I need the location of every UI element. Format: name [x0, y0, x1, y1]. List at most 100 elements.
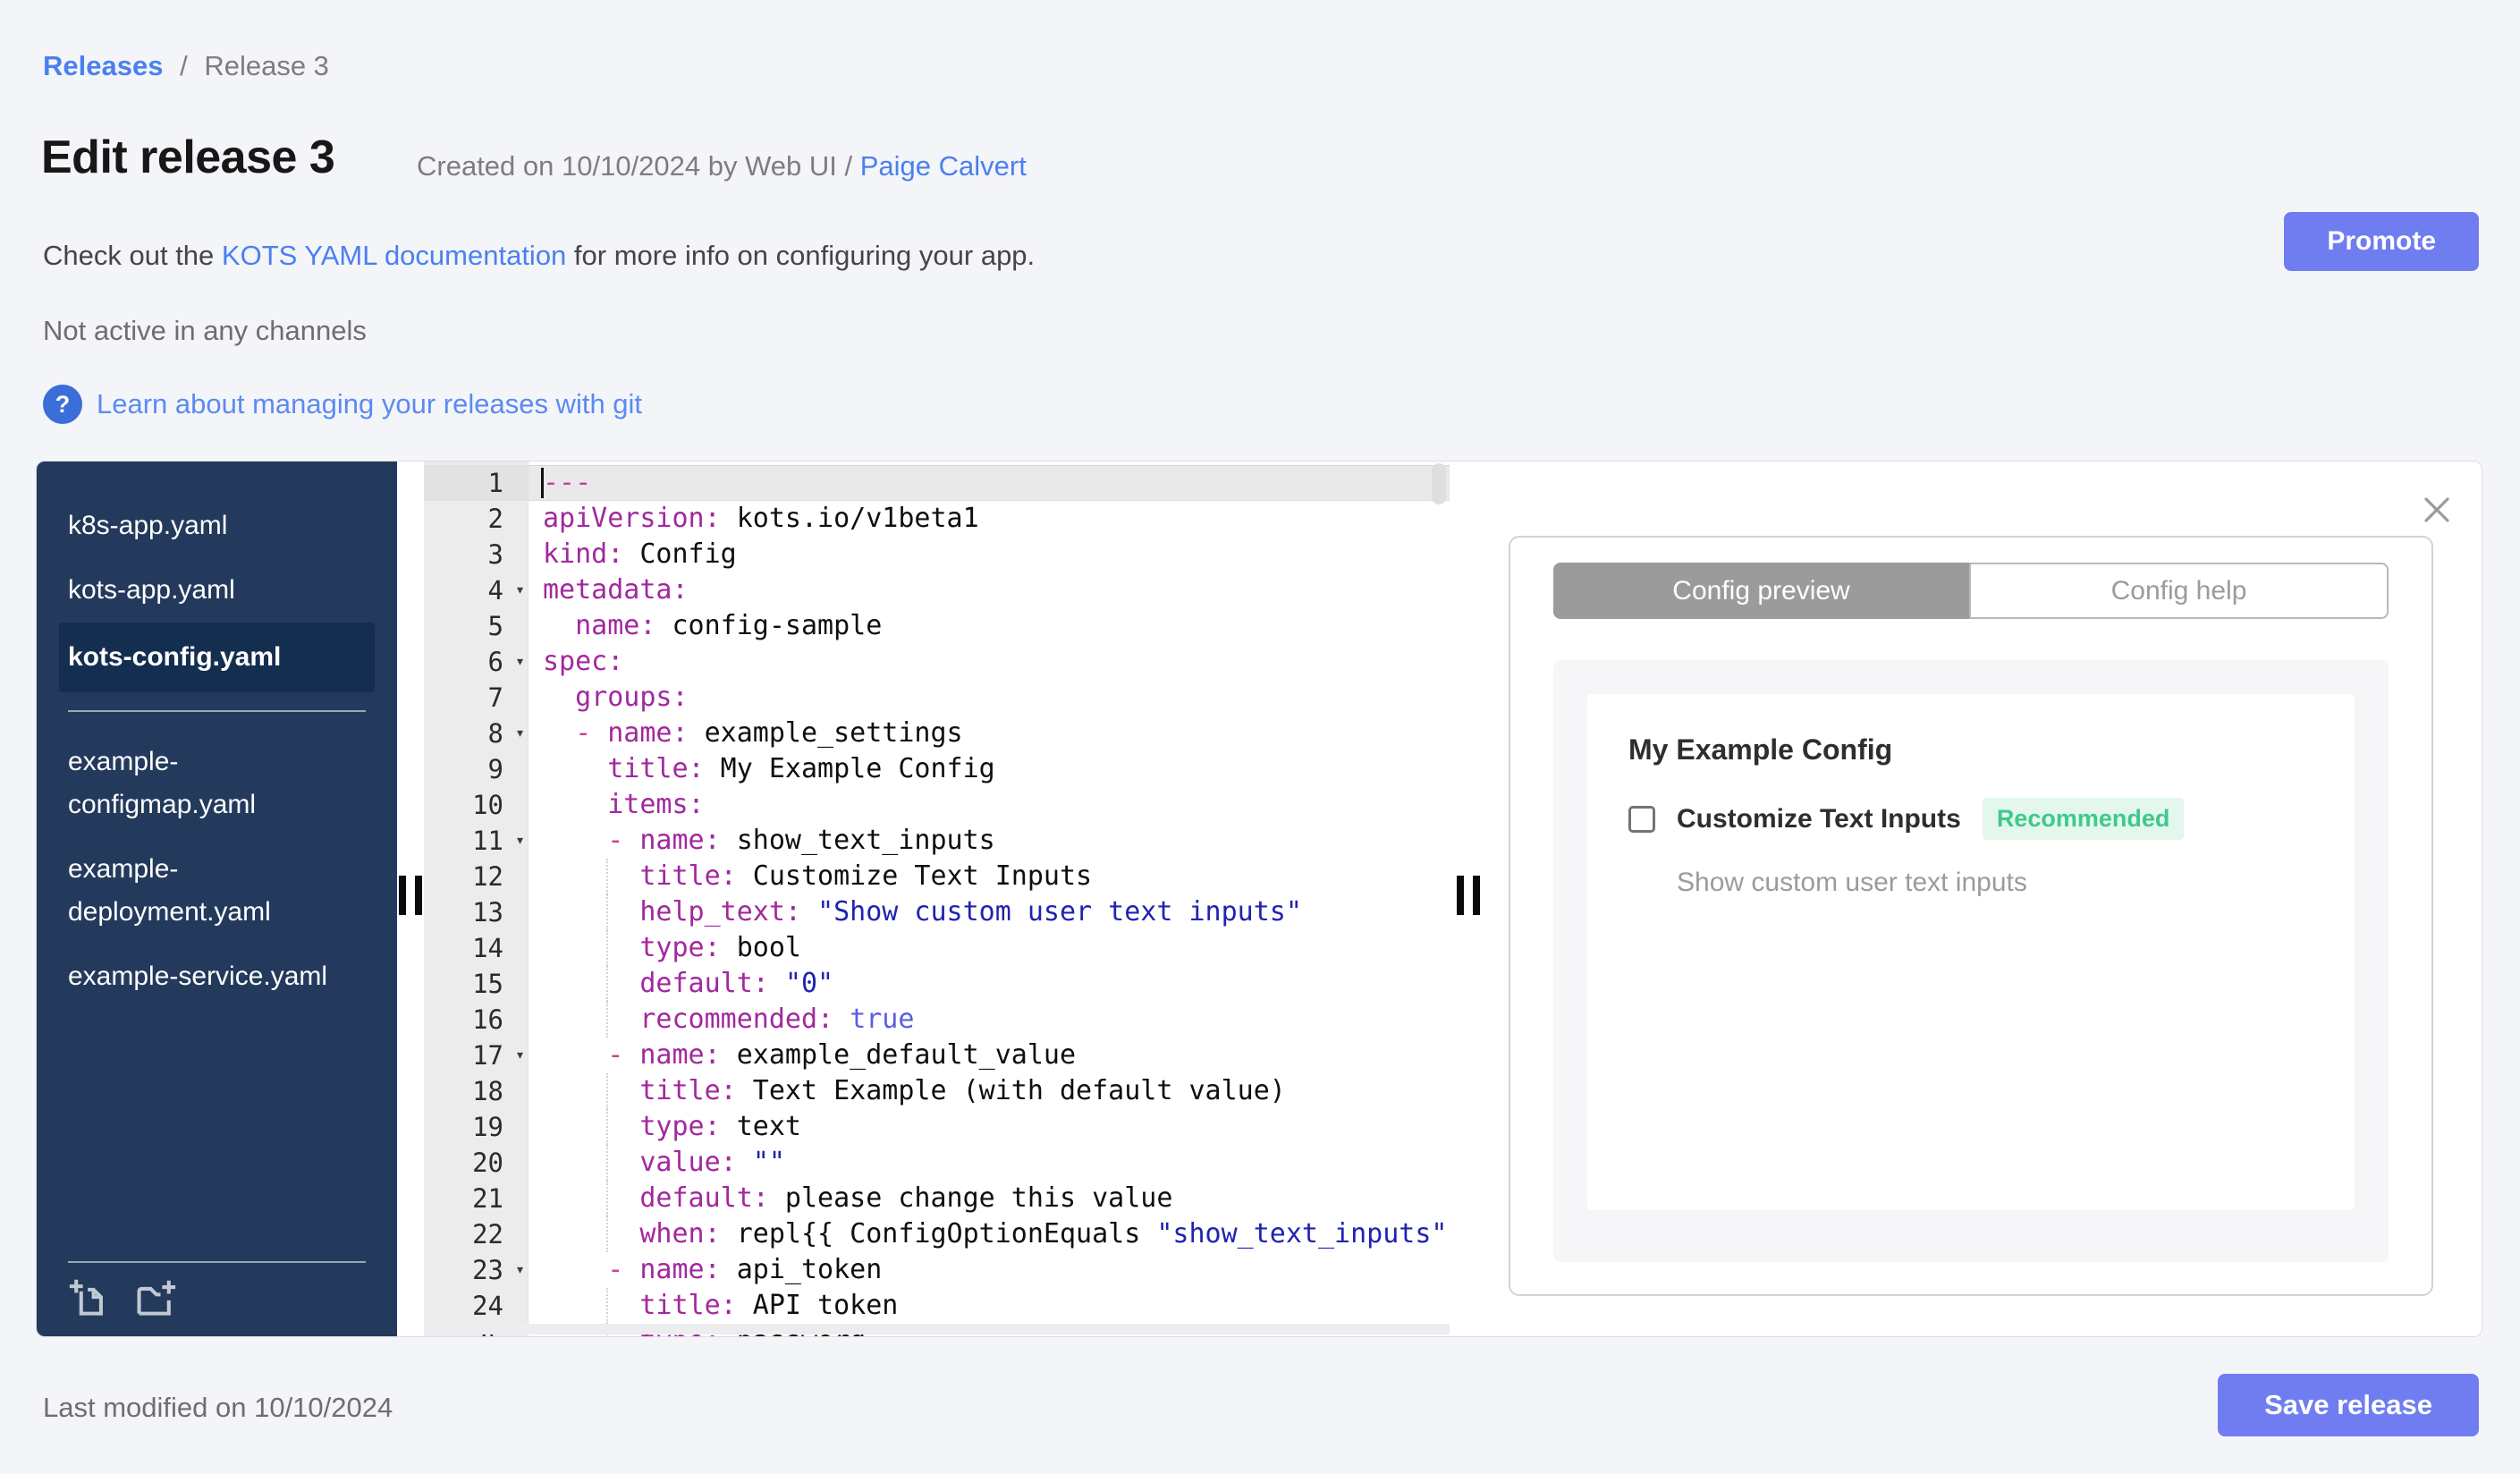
breadcrumb-releases-link[interactable]: Releases: [43, 50, 163, 81]
code-line[interactable]: help_text: "Show custom user text inputs…: [529, 894, 1450, 930]
kots-docs-link[interactable]: KOTS YAML documentation: [222, 240, 566, 271]
text-cursor: [541, 468, 544, 498]
code-line[interactable]: title: Text Example (with default value): [529, 1073, 1450, 1109]
code-line[interactable]: type: bool: [529, 930, 1450, 966]
line-number: 3: [487, 539, 503, 570]
code-line[interactable]: default: "0": [529, 966, 1450, 1002]
code-line[interactable]: title: My Example Config: [529, 751, 1450, 787]
created-text: Created on 10/10/2024 by Web UI /: [417, 150, 860, 182]
config-preview-pane: Config preview Config help My Example Con…: [1505, 462, 2482, 1336]
config-item-help-text: Show custom user text inputs: [1677, 868, 2027, 897]
editor-line-7: 7 groups:: [424, 680, 1450, 716]
created-by-link[interactable]: Paige Calvert: [860, 150, 1027, 182]
line-number: 4 ▾: [424, 572, 529, 608]
code-line[interactable]: - name: show_text_inputs: [529, 823, 1450, 859]
code-line[interactable]: - name: api_token: [529, 1252, 1450, 1288]
editor-line-4: 4 ▾ metadata:: [424, 572, 1450, 608]
fold-arrow-icon[interactable]: ▾: [515, 823, 525, 859]
editor-line-8: 8 ▾ - name: example_settings: [424, 716, 1450, 751]
docs-note-prefix: Check out the: [43, 240, 222, 271]
fold-arrow-icon[interactable]: ▾: [515, 1252, 525, 1288]
sidebar-toolbar: [37, 1261, 397, 1336]
add-file-button[interactable]: [68, 1277, 111, 1320]
sidebar-item-example-deployment.yaml[interactable]: example-deployment.yaml: [59, 837, 375, 945]
editor-line-23: 23 ▾ - name: api_token: [424, 1252, 1450, 1288]
add-folder-icon: [137, 1280, 176, 1316]
config-preview-body: My Example Config Customize Text Inputs …: [1553, 660, 2389, 1262]
customize-text-inputs-checkbox[interactable]: [1628, 805, 1655, 833]
code-line[interactable]: groups:: [529, 680, 1450, 716]
git-help-link[interactable]: ? Learn about managing your releases wit…: [43, 385, 642, 424]
file-sidebar: k8s-app.yaml kots-app.yaml kots-config.yam…: [37, 462, 397, 1336]
preview-drag-handle[interactable]: [1457, 876, 1480, 915]
tab-config-preview[interactable]: Config preview: [1553, 563, 1969, 619]
code-line[interactable]: title: API token: [529, 1288, 1450, 1324]
code-line[interactable]: type: text: [529, 1109, 1450, 1145]
line-number: 1: [424, 465, 529, 501]
fold-arrow-icon[interactable]: ▾: [515, 572, 525, 608]
sidebar-item-example-configmap.yaml[interactable]: example-configmap.yaml: [59, 730, 375, 837]
line-number: 6 ▾: [424, 644, 529, 680]
close-preview-button[interactable]: [2421, 494, 2453, 526]
code-line[interactable]: value: "": [529, 1145, 1450, 1181]
editor-rows[interactable]: 1 --- 2 apiVersion: kots.io/v1beta1 3 kind: C…: [424, 465, 1450, 1336]
sidebar-item-example-service.yaml[interactable]: example-service.yaml: [59, 945, 375, 1009]
code-line[interactable]: title: Customize Text Inputs: [529, 859, 1450, 894]
config-preview-widget: Config preview Config help My Example Con…: [1509, 536, 2433, 1296]
file-list: k8s-app.yaml kots-app.yaml kots-config.yam…: [37, 462, 397, 1009]
editor-line-9: 9 title: My Example Config: [424, 751, 1450, 787]
sidebar-divider: [68, 1261, 366, 1263]
created-line: Created on 10/10/2024 by Web UI / Paige …: [417, 150, 1027, 182]
editor-line-5: 5 name: config-sample: [424, 608, 1450, 644]
editor-line-1: 1 ---: [424, 465, 1450, 501]
code-line[interactable]: name: config-sample: [529, 608, 1450, 644]
editor-line-6: 6 ▾ spec:: [424, 644, 1450, 680]
config-preview-tabs: Config preview Config help: [1553, 563, 2389, 619]
editor-line-11: 11 ▾ - name: show_text_inputs: [424, 823, 1450, 859]
page-title: Edit release 3: [41, 131, 335, 183]
line-number: 14: [472, 933, 503, 963]
line-number: 13: [472, 897, 503, 928]
editor-line-15: 15 default: "0": [424, 966, 1450, 1002]
editor-line-16: 16 recommended: true: [424, 1002, 1450, 1038]
sidebar-item-k8s-app.yaml[interactable]: k8s-app.yaml: [59, 494, 375, 558]
add-folder-button[interactable]: [134, 1277, 177, 1320]
config-group-title: My Example Config: [1628, 733, 1893, 766]
breadcrumb-current: Release 3: [204, 50, 329, 81]
fold-arrow-icon[interactable]: ▾: [515, 1038, 525, 1073]
code-line[interactable]: - name: example_settings: [529, 716, 1450, 751]
breadcrumb: Releases / Release 3: [43, 50, 329, 82]
line-number: 8 ▾: [424, 716, 529, 751]
code-line[interactable]: metadata:: [529, 572, 1450, 608]
editor-vertical-scrollbar[interactable]: [1432, 463, 1446, 504]
config-item-row: Customize Text Inputs Recommended: [1628, 798, 2185, 840]
fold-arrow-icon[interactable]: ▾: [515, 644, 525, 680]
docs-note: Check out the KOTS YAML documentation fo…: [43, 240, 1035, 272]
config-item-label: Customize Text Inputs: [1677, 803, 1961, 834]
line-number: 23 ▾: [424, 1252, 529, 1288]
code-line[interactable]: when: repl{{ ConfigOptionEquals "show_te…: [529, 1216, 1450, 1252]
line-number: 7: [487, 682, 503, 713]
code-line[interactable]: ---: [529, 465, 1450, 501]
promote-button[interactable]: Promote: [2284, 212, 2479, 271]
code-line[interactable]: items:: [529, 787, 1450, 823]
code-line[interactable]: apiVersion: kots.io/v1beta1: [529, 501, 1450, 537]
code-line[interactable]: - name: example_default_value: [529, 1038, 1450, 1073]
sidebar-item-kots-config.yaml[interactable]: kots-config.yaml: [59, 623, 375, 692]
tab-config-help[interactable]: Config help: [1969, 563, 2389, 619]
save-release-button[interactable]: Save release: [2218, 1374, 2479, 1436]
sidebar-resize-strip: [397, 462, 424, 1336]
fold-arrow-icon[interactable]: ▾: [515, 716, 525, 751]
docs-note-suffix: for more info on configuring your app.: [566, 240, 1036, 271]
code-line[interactable]: kind: Config: [529, 537, 1450, 572]
code-line[interactable]: default: please change this value: [529, 1181, 1450, 1216]
line-number: 16: [472, 1004, 503, 1035]
line-number: 9: [487, 754, 503, 784]
editor-horizontal-scrollbar[interactable]: [428, 1324, 1501, 1334]
config-group-card: My Example Config Customize Text Inputs …: [1587, 694, 2355, 1210]
code-line[interactable]: spec:: [529, 644, 1450, 680]
sidebar-item-kots-app.yaml[interactable]: kots-app.yaml: [59, 558, 375, 623]
line-number: 12: [472, 861, 503, 892]
code-line[interactable]: recommended: true: [529, 1002, 1450, 1038]
sidebar-drag-handle[interactable]: [399, 876, 422, 915]
